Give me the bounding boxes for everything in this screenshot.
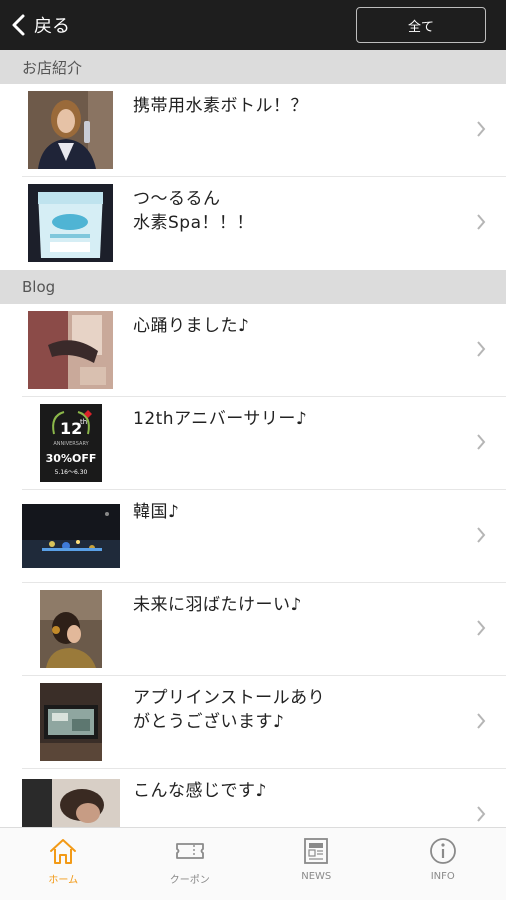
list-item[interactable]: 心踊りました♪: [0, 304, 506, 397]
tab-coupon[interactable]: クーポン: [127, 828, 254, 900]
chevron-left-icon: [12, 14, 25, 36]
thumbnail-dates: 5.16〜6.30: [55, 469, 88, 476]
chevron-right-icon: [476, 213, 486, 231]
tab-news[interactable]: NEWS: [253, 828, 380, 900]
chevron-right-icon: [476, 526, 486, 544]
list-item[interactable]: アプリインストールあり がとうございます♪: [0, 676, 506, 769]
navigation-bar: 戻る 全て: [0, 0, 506, 50]
list-item[interactable]: 韓国♪: [0, 490, 506, 583]
thumbnail-image: [28, 184, 113, 262]
tab-label: クーポン: [169, 875, 210, 886]
back-button-label: 戻る: [34, 16, 70, 37]
thumbnail-image: [28, 91, 113, 169]
chevron-right-icon: [476, 619, 486, 637]
chevron-right-icon: [476, 712, 486, 730]
section-header-blog: Blog: [0, 270, 506, 304]
list-item[interactable]: 未来に羽ばたけーい♪: [0, 583, 506, 676]
list-item[interactable]: 携帯用水素ボトル！？: [0, 84, 506, 177]
item-title: 12thアニバーサリー♪: [133, 409, 308, 429]
thumbnail-image: [22, 504, 120, 568]
section-header-shop-intro: お店紹介: [0, 50, 506, 84]
item-title: 携帯用水素ボトル！？: [133, 96, 308, 116]
list-item[interactable]: 12 th ANNIVERSARY 30%OFF 5.16〜6.30 12thア…: [0, 397, 506, 490]
item-title: 未来に羽ばたけーい♪: [133, 595, 302, 615]
chevron-right-icon: [476, 120, 486, 138]
thumbnail-discount: 30%OFF: [46, 452, 97, 465]
tab-label: NEWS: [301, 871, 332, 882]
item-title: 心踊りました♪: [133, 316, 250, 336]
back-button[interactable]: 戻る: [10, 8, 70, 42]
item-title: アプリインストールあり がとうございます♪: [133, 688, 326, 732]
tab-label: INFO: [430, 871, 455, 882]
chevron-right-icon: [476, 433, 486, 451]
show-all-button[interactable]: 全て: [356, 7, 486, 43]
chevron-right-icon: [476, 805, 486, 823]
item-title: 韓国♪: [133, 502, 180, 522]
tab-label: ホーム: [48, 875, 79, 886]
thumbnail-image: [28, 311, 113, 389]
tab-info[interactable]: INFO: [380, 828, 506, 900]
list-item[interactable]: こんな感じです♪: [0, 769, 506, 827]
thumbnail-image: [22, 779, 120, 827]
item-title: つ～るるん 水素Spa！！！: [133, 189, 254, 233]
content-list[interactable]: お店紹介 携帯用水素ボトル！？ つ～るるん 水素Spa！！！ Blog 心踊りま…: [0, 50, 506, 827]
tab-home[interactable]: ホーム: [0, 828, 127, 900]
list-item[interactable]: つ～るるん 水素Spa！！！: [0, 177, 506, 270]
thumbnail-subtitle: ANNIVERSARY: [53, 441, 89, 447]
thumbnail-image: 12 th ANNIVERSARY 30%OFF 5.16〜6.30: [40, 404, 102, 482]
newspaper-icon: [304, 838, 329, 864]
thumbnail-image: [40, 590, 102, 668]
home-icon: [50, 839, 77, 864]
chevron-right-icon: [476, 340, 486, 358]
thumbnail-image: [40, 683, 102, 761]
ticket-icon: [175, 843, 204, 859]
thumbnail-number: 12: [60, 419, 82, 438]
item-title: こんな感じです♪: [133, 781, 267, 801]
info-icon: [429, 838, 456, 864]
tab-bar: ホーム クーポン NEWS INFO: [0, 827, 506, 900]
thumbnail-suffix: th: [80, 418, 87, 426]
